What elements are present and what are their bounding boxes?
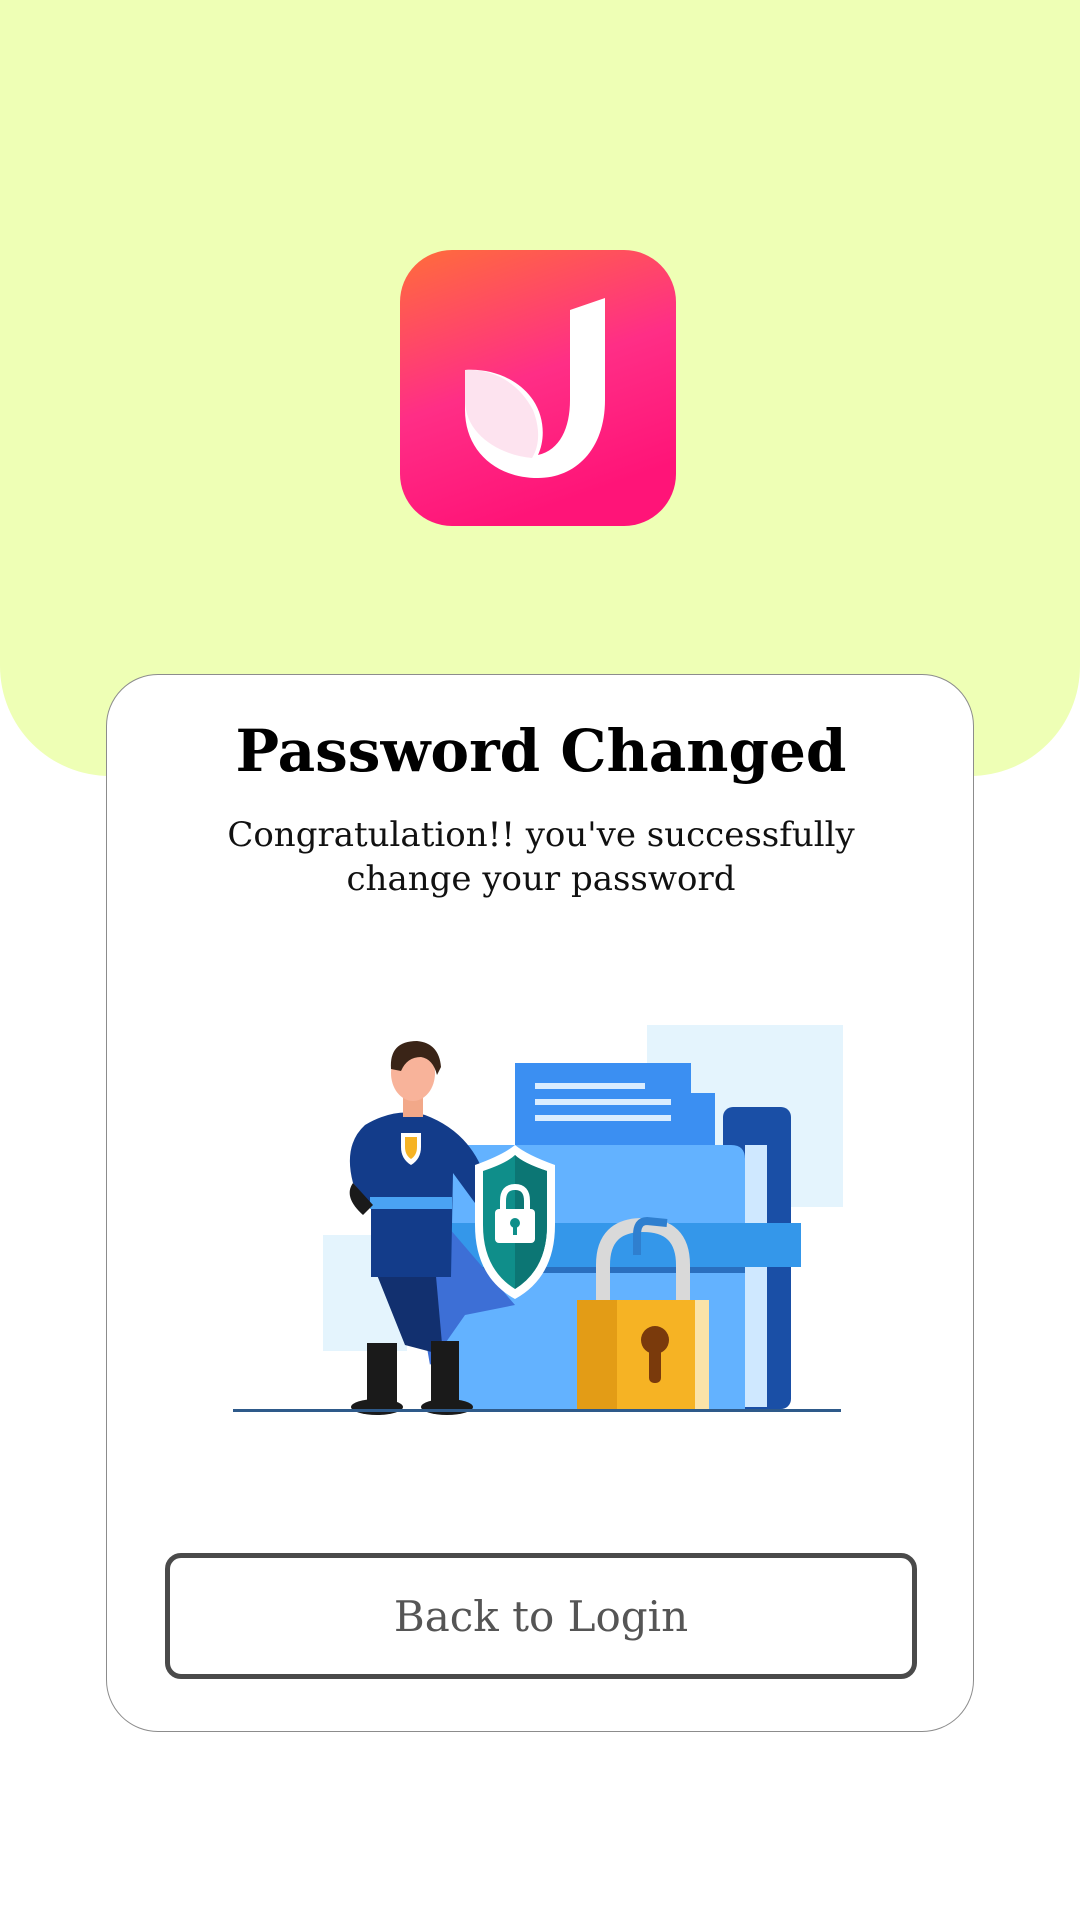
confirmation-card: Password Changed Congratulation!! you've…: [106, 674, 974, 1732]
superhero-security-illustration: [233, 1025, 843, 1415]
password-changed-screen: Password Changed Congratulation!! you've…: [0, 0, 1080, 1920]
back-to-login-button[interactable]: Back to Login: [165, 1553, 917, 1679]
page-title: Password Changed: [235, 717, 847, 785]
app-logo-icon: [400, 250, 676, 526]
success-message: Congratulation!! you've successfully cha…: [227, 815, 855, 899]
